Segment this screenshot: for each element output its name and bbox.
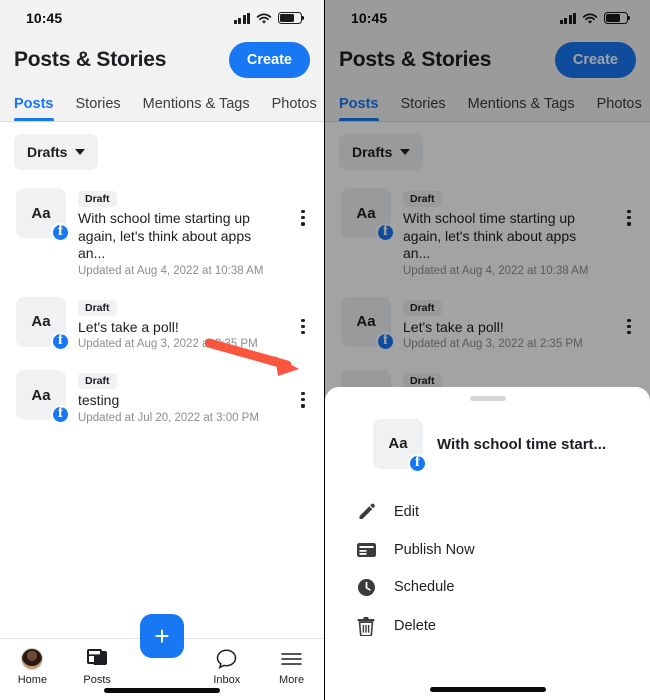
- sheet-thumbnail: Aa f: [373, 418, 427, 473]
- facebook-badge-icon: f: [51, 405, 70, 424]
- phone-screen-right: 10:45 Posts & Stories Create Posts Stori…: [325, 0, 650, 700]
- drafts-filter-dropdown[interactable]: Drafts: [14, 134, 99, 170]
- draft-thumbnail: Aa f: [16, 296, 70, 351]
- menu-item-publish-now[interactable]: Publish Now: [325, 532, 650, 568]
- menu-item-delete[interactable]: Delete: [325, 607, 650, 646]
- app-header: Posts & Stories Create: [0, 36, 324, 88]
- menu-item-schedule[interactable]: Schedule: [325, 568, 650, 607]
- table-row[interactable]: Aa f Draft With school time starting up …: [0, 178, 324, 287]
- sheet-header: Aa f With school time start...: [325, 401, 650, 477]
- draft-timestamp: Updated at Jul 20, 2022 at 3:00 PM: [78, 411, 259, 424]
- status-badge: Draft: [78, 373, 117, 389]
- facebook-badge-icon: f: [408, 453, 427, 473]
- status-bar-icons: [233, 12, 305, 24]
- sheet-menu-list: Edit Publish Now Schedule Delete: [325, 477, 650, 646]
- table-row[interactable]: Aa f Draft testing Updated at Jul 20, 20…: [0, 360, 324, 434]
- tab-photos[interactable]: Photos: [272, 96, 317, 121]
- status-bar-time: 10:45: [26, 10, 63, 26]
- menu-label-edit: Edit: [394, 504, 419, 520]
- page-title: Posts & Stories: [14, 48, 167, 71]
- status-badge: Draft: [78, 191, 117, 207]
- chat-bubble-icon: [216, 647, 237, 670]
- row-overflow-menu-icon[interactable]: [290, 370, 316, 408]
- create-post-fab[interactable]: +: [140, 614, 184, 658]
- tab-posts[interactable]: Posts: [14, 96, 54, 121]
- pencil-icon: [355, 503, 377, 522]
- hamburger-icon: [281, 647, 302, 670]
- wifi-icon: [256, 12, 272, 24]
- draft-body: Draft testing Updated at Jul 20, 2022 at…: [78, 370, 278, 424]
- draft-title: testing: [78, 392, 120, 408]
- phone-screen-left: 10:45 Posts & Stories Create Posts Stori…: [0, 0, 325, 700]
- status-bar: 10:45: [0, 0, 324, 36]
- nav-label-posts: Posts: [83, 674, 111, 686]
- tab-mentions-and-tags[interactable]: Mentions & Tags: [143, 96, 250, 121]
- trash-icon: [355, 616, 377, 636]
- nav-label-inbox: Inbox: [213, 674, 241, 686]
- menu-label-delete: Delete: [394, 618, 436, 634]
- post-actions-bottom-sheet: Aa f With school time start... Edit Publ…: [325, 387, 650, 700]
- facebook-badge-icon: f: [51, 331, 70, 351]
- draft-timestamp: Updated at Aug 4, 2022 at 10:38 AM: [78, 264, 264, 277]
- table-row[interactable]: Aa f Draft Let's take a poll! Updated at…: [0, 287, 324, 361]
- draft-body: Draft With school time starting up again…: [78, 188, 278, 277]
- tab-stories[interactable]: Stories: [76, 96, 121, 121]
- draft-thumbnail: Aa f: [16, 188, 70, 242]
- posts-icon: [86, 647, 108, 670]
- nav-label-home: Home: [17, 674, 48, 686]
- tab-bar: Posts Stories Mentions & Tags Photos: [0, 88, 324, 122]
- nav-label-more: More: [279, 674, 305, 686]
- nav-item-more[interactable]: More: [262, 647, 322, 686]
- draft-timestamp: Updated at Aug 3, 2022 at 2:35 PM: [78, 338, 258, 350]
- avatar-icon: [21, 647, 44, 670]
- row-overflow-menu-icon[interactable]: [290, 188, 316, 226]
- posts-content: Drafts Aa f Draft With school time start…: [0, 122, 324, 434]
- nav-item-inbox[interactable]: Inbox: [197, 647, 257, 686]
- draft-title: Let's take a poll!: [78, 318, 179, 335]
- battery-icon: [278, 12, 305, 24]
- menu-label-schedule: Schedule: [394, 579, 455, 595]
- drafts-filter-label: Drafts: [27, 144, 68, 160]
- draft-title: With school time starting up again, let'…: [78, 210, 252, 261]
- chevron-down-icon: [75, 149, 86, 155]
- nav-item-home[interactable]: Home: [2, 647, 62, 686]
- create-button[interactable]: Create: [228, 42, 310, 78]
- row-overflow-menu-icon[interactable]: [290, 297, 316, 335]
- draft-body: Draft Let's take a poll! Updated at Aug …: [78, 297, 278, 350]
- menu-item-edit[interactable]: Edit: [325, 493, 650, 532]
- nav-item-posts[interactable]: Posts: [67, 647, 127, 686]
- cellular-signal-icon: [233, 12, 250, 24]
- clock-icon: [355, 578, 377, 597]
- draft-thumbnail: Aa f: [16, 370, 70, 424]
- menu-label-publish-now: Publish Now: [394, 541, 475, 558]
- home-indicator: [104, 688, 220, 693]
- home-indicator: [429, 687, 546, 692]
- two-phone-comparison: 10:45 Posts & Stories Create Posts Stori…: [0, 0, 650, 700]
- sheet-post-title: With school time start...: [437, 436, 607, 453]
- publish-icon: [355, 542, 377, 558]
- status-badge: Draft: [78, 299, 117, 316]
- facebook-badge-icon: f: [51, 223, 70, 242]
